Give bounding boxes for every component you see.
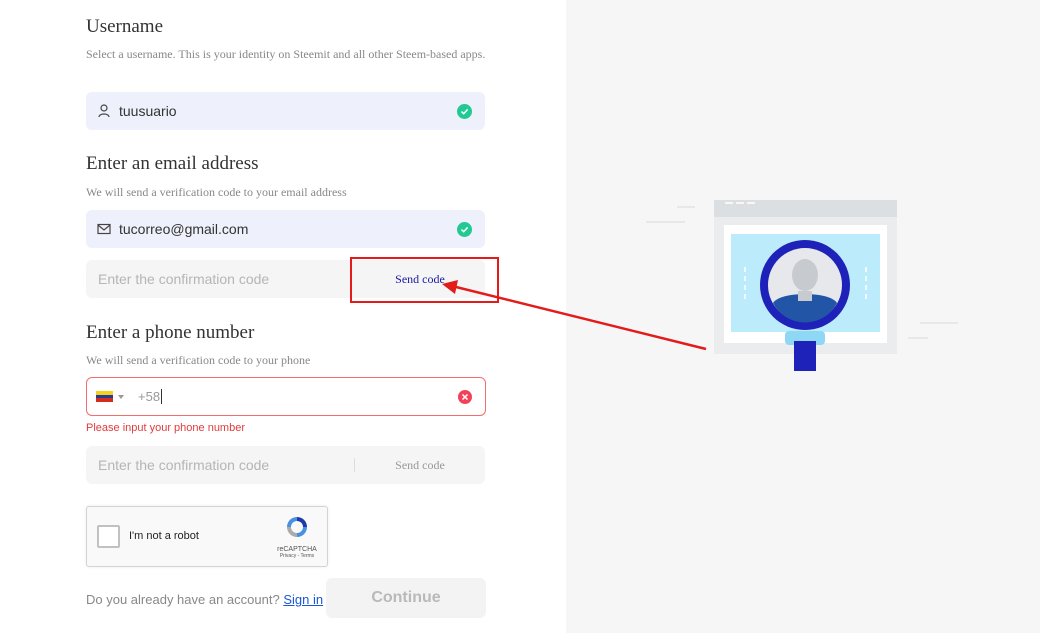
recaptcha-checkbox[interactable] bbox=[97, 525, 120, 548]
recaptcha-logo: reCAPTCHA Privacy - Terms bbox=[277, 514, 317, 559]
phone-description: We will send a verification code to your… bbox=[86, 353, 311, 367]
phone-title: Enter a phone number bbox=[86, 322, 255, 343]
venezuela-flag-icon[interactable] bbox=[96, 391, 113, 403]
close-icon[interactable] bbox=[458, 389, 472, 404]
email-field[interactable]: tucorreo@gmail.com bbox=[86, 210, 485, 248]
email-title: Enter an email address bbox=[86, 153, 259, 174]
email-value: tucorreo@gmail.com bbox=[119, 221, 249, 237]
recaptcha-label: I'm not a robot bbox=[129, 530, 199, 542]
check-icon bbox=[457, 103, 472, 119]
recaptcha-icon bbox=[284, 517, 310, 544]
email-description: We will send a verification code to your… bbox=[86, 185, 347, 199]
signup-form-panel: Username Select a username. This is your… bbox=[0, 0, 566, 633]
sign-in-link[interactable]: Sign in bbox=[283, 592, 323, 607]
account-question: Do you already have an account? bbox=[86, 592, 280, 607]
send-code-annotation-box bbox=[350, 257, 499, 303]
recaptcha-widget: I'm not a robot reCAPTCHA Privacy - Term… bbox=[86, 506, 328, 567]
username-field[interactable]: tuusuario bbox=[86, 92, 485, 130]
chevron-down-icon[interactable] bbox=[118, 394, 124, 399]
phone-field[interactable]: +58 bbox=[86, 377, 486, 416]
phone-error-message: Please input your phone number bbox=[86, 422, 245, 434]
phone-prefix: +58 bbox=[138, 389, 161, 404]
username-title: Username bbox=[86, 16, 164, 37]
continue-button[interactable]: Continue bbox=[326, 578, 486, 618]
user-icon bbox=[96, 103, 112, 119]
identity-illustration bbox=[640, 195, 970, 390]
email-code-placeholder: Enter the confirmation code bbox=[98, 271, 270, 287]
check-icon bbox=[457, 221, 472, 237]
phone-send-code-button[interactable]: Send code bbox=[355, 458, 485, 473]
username-value: tuusuario bbox=[119, 103, 177, 119]
mail-icon bbox=[96, 221, 112, 237]
sign-in-prompt: Do you already have an account? Sign in bbox=[86, 592, 323, 607]
phone-code-placeholder: Enter the confirmation code bbox=[98, 457, 270, 473]
recaptcha-brand: reCAPTCHA bbox=[277, 546, 317, 553]
text-cursor bbox=[161, 389, 163, 404]
phone-confirmation-field[interactable]: Enter the confirmation code Send code bbox=[86, 446, 485, 484]
recaptcha-terms[interactable]: Privacy - Terms bbox=[277, 553, 317, 559]
username-description: Select a username. This is your identity… bbox=[86, 47, 486, 61]
